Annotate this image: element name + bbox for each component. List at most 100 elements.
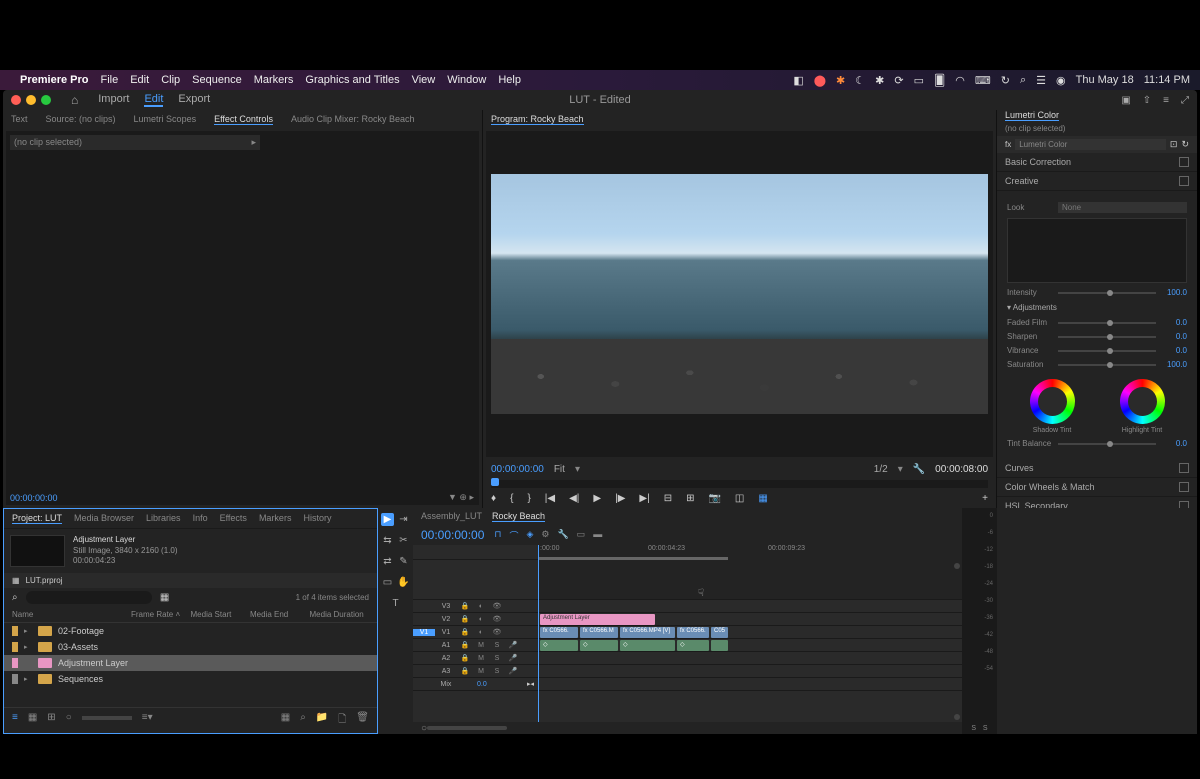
lum-creative[interactable]: Creative [997, 172, 1197, 191]
clip-audio[interactable] [711, 640, 728, 651]
voice-icon[interactable]: 🎤 [505, 641, 521, 649]
out-point-icon[interactable]: } [527, 493, 530, 504]
step-back-icon[interactable]: ◀| [569, 493, 579, 504]
zoom-dropdown-icon[interactable]: ▾ [575, 464, 580, 475]
close-window[interactable] [11, 95, 21, 105]
bluetooth-icon[interactable]: ✱ [875, 74, 884, 87]
moon-icon[interactable]: ☾ [855, 74, 865, 87]
saturation-value[interactable]: 100.0 [1162, 360, 1187, 369]
bin-icon[interactable]: ▦ [12, 576, 20, 585]
clip-audio[interactable]: ◇ [580, 640, 618, 651]
menu-markers[interactable]: Markers [254, 74, 294, 86]
clip-video[interactable]: C05 [711, 627, 728, 638]
ec-icon3[interactable]: ▸ [469, 492, 474, 502]
menu-clip[interactable]: Clip [161, 74, 180, 86]
wifi-icon[interactable]: ◠ [955, 74, 965, 87]
adjustments-header[interactable]: Adjustments [1013, 303, 1057, 312]
extract-icon[interactable]: ⊞ [686, 493, 694, 504]
lock-icon[interactable]: 🔒 [457, 628, 473, 636]
share-icon[interactable]: ⇧ [1143, 95, 1151, 106]
play-icon[interactable]: ▶ [593, 493, 601, 504]
tab-import[interactable]: Import [98, 93, 129, 107]
lock-icon[interactable]: 🔒 [457, 641, 473, 649]
scroll-thumb[interactable] [954, 714, 960, 720]
control-center-icon[interactable]: ☰ [1036, 74, 1046, 87]
goto-out-icon[interactable]: ▶| [639, 493, 649, 504]
tab-info[interactable]: Info [193, 513, 208, 524]
tab-libraries[interactable]: Libraries [146, 513, 181, 524]
col-media-duration[interactable]: Media Duration [310, 610, 370, 619]
ripple-tool-icon[interactable]: ⇆ [381, 534, 394, 547]
razor-tool-icon[interactable]: ✂ [397, 534, 410, 547]
zoom-slider[interactable] [82, 716, 132, 720]
mix-value[interactable]: 0.0 [477, 681, 487, 688]
tab-lumetri[interactable]: Lumetri Color [1005, 110, 1059, 121]
tab-edit[interactable]: Edit [144, 93, 163, 107]
fx-icon[interactable]: fx [1005, 140, 1011, 149]
tray-icon[interactable]: ◧ [793, 74, 803, 87]
menubar-time[interactable]: 11:14 PM [1144, 74, 1190, 86]
settings-icon[interactable]: ⚙ [541, 529, 549, 542]
freeform-view-icon[interactable]: ⊞ [47, 712, 55, 729]
eye-icon[interactable]: 👁 [489, 615, 505, 623]
clip-audio[interactable]: ◇ [677, 640, 709, 651]
snap-icon[interactable]: ⊓ [494, 529, 501, 542]
toggle-icon[interactable]: ◐ [473, 629, 489, 636]
faded-film-value[interactable]: 0.0 [1162, 318, 1187, 327]
tab-effects[interactable]: Effects [220, 513, 247, 524]
menu-view[interactable]: View [412, 74, 436, 86]
list-item[interactable]: ▸Sequences [4, 671, 377, 687]
tab-rocky-beach[interactable]: Rocky Beach [492, 511, 545, 522]
ec-icon2[interactable]: ⊕ [459, 492, 467, 502]
menu-sequence[interactable]: Sequence [192, 74, 242, 86]
menu-file[interactable]: File [100, 74, 118, 86]
track-v2[interactable]: V2 [435, 616, 457, 623]
clip-video[interactable]: fx C0566.MP4 [V] [620, 627, 675, 638]
mute-icon[interactable]: M [473, 655, 489, 662]
tab-export[interactable]: Export [178, 93, 210, 107]
search-input[interactable] [26, 591, 152, 604]
siri-icon[interactable]: ◉ [1056, 74, 1066, 87]
tab-effect-controls[interactable]: Effect Controls [214, 114, 273, 125]
safe-margins-icon[interactable]: ▦ [758, 493, 767, 504]
screen-record-icon[interactable]: ⬤ [814, 74, 826, 87]
new-bin-icon[interactable]: 📁 [316, 712, 328, 729]
program-scrubber[interactable] [491, 480, 988, 488]
timeline-tracks[interactable]: :00:00 00:00:04:23 00:00:09:23 Adjustmen… [538, 545, 962, 722]
new-item-icon[interactable]: 🗋 [338, 712, 346, 729]
solo-icon[interactable]: S [489, 668, 505, 675]
export-frame-icon[interactable]: 📷 [708, 493, 720, 504]
ec-icon1[interactable]: ▼ [448, 492, 457, 502]
app-name[interactable]: Premiere Pro [20, 74, 88, 86]
list-view-icon[interactable]: ≡ [12, 712, 18, 729]
new-bin-icon[interactable]: ▦ [160, 592, 169, 603]
sharpen-value[interactable]: 0.0 [1162, 332, 1187, 341]
tab-program[interactable]: Program: Rocky Beach [491, 114, 584, 125]
sharpen-slider[interactable] [1058, 336, 1156, 338]
marker-icon[interactable]: ♦ [491, 493, 496, 504]
lock-icon[interactable]: 🔒 [457, 602, 473, 610]
lock-icon[interactable]: 🔒 [457, 615, 473, 623]
tab-audio-mixer[interactable]: Audio Clip Mixer: Rocky Beach [291, 114, 415, 124]
tl-btn-icon[interactable]: ▬ [593, 529, 602, 542]
program-timecode[interactable]: 00:00:00:00 [491, 464, 544, 475]
battery-icon[interactable]: 🂠 [934, 74, 945, 87]
expand-icon[interactable]: ▸◂ [527, 680, 534, 688]
clip-video[interactable]: fx C0566. [677, 627, 709, 638]
compare-icon[interactable]: ◫ [735, 493, 744, 504]
lum-effect-name[interactable]: Lumetri Color [1015, 139, 1166, 150]
solo-icon[interactable]: S [489, 642, 505, 649]
toggle-icon[interactable]: ◐ [473, 603, 489, 610]
solo-l[interactable]: S [971, 725, 976, 732]
resolution[interactable]: 1/2 [874, 464, 888, 475]
list-item[interactable]: ▸03-Assets [4, 639, 377, 655]
solo-r[interactable]: S [983, 725, 988, 732]
menubar-date[interactable]: Thu May 18 [1076, 74, 1134, 86]
pen-tool-icon[interactable]: ✎ [397, 555, 410, 568]
solo-icon[interactable]: S [489, 655, 505, 662]
resolution-dropdown-icon[interactable]: ▾ [898, 464, 903, 475]
lum-color-wheels[interactable]: Color Wheels & Match [997, 478, 1197, 497]
workspace-icon[interactable]: ▣ [1121, 95, 1130, 106]
voice-icon[interactable]: 🎤 [505, 667, 521, 675]
track-select-tool-icon[interactable]: ⇥ [397, 513, 410, 526]
